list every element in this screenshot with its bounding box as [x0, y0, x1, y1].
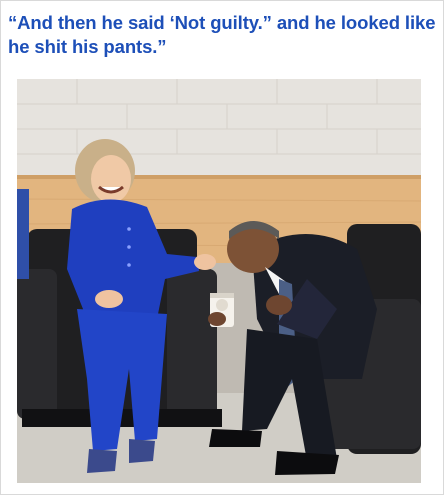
meme-caption: “And then he said ‘Not guilty.” and he l…: [8, 12, 436, 57]
meme-card: “And then he said ‘Not guilty.” and he l…: [0, 0, 444, 495]
meme-photo: [17, 79, 421, 483]
photo-illustration: [17, 79, 421, 483]
